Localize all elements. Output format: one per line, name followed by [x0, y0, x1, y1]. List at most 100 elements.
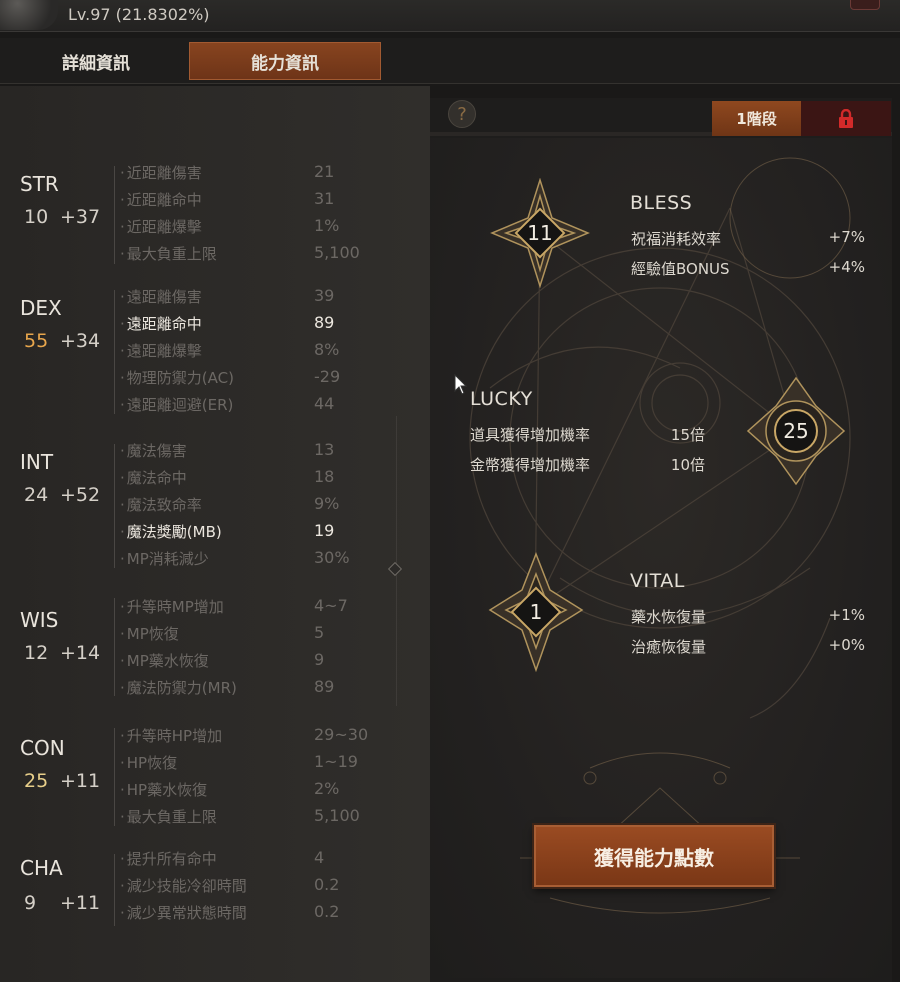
- stat-row: · 提升所有命中 4: [120, 848, 325, 868]
- stat-name: CHA: [20, 856, 63, 880]
- stat-row-value: 19: [314, 521, 335, 540]
- stage-badge[interactable]: 1階段: [712, 101, 801, 136]
- stat-row-label: 升等時MP增加: [126, 598, 224, 616]
- stat-row: · 魔法命中 18: [120, 467, 335, 487]
- stat-row-value: 18: [314, 467, 335, 486]
- stat-row: · HP藥水恢復 2%: [120, 779, 340, 799]
- stat-row-label: 減少技能冷卻時間: [126, 877, 247, 895]
- stat-row: · 遠距離爆擊 8%: [120, 340, 340, 360]
- stat-base-value: 9: [24, 892, 37, 914]
- stat-row: · 魔法防禦力(MR) 89: [120, 677, 335, 697]
- tab-ability-info[interactable]: 能力資訊: [189, 42, 381, 80]
- stat-row: · 近距離命中 31: [120, 189, 335, 209]
- stat-row-label: 遠距離迴避(ER): [126, 396, 234, 414]
- stat-row: · 魔法獎勵(MB) 19: [120, 521, 335, 541]
- stat-row-label: 遠距離傷害: [126, 288, 202, 306]
- window-header: Lv.97 (21.8302%): [0, 0, 900, 32]
- stat-row-label: HP藥水恢復: [126, 781, 208, 799]
- help-icon[interactable]: ?: [448, 100, 476, 128]
- vital-effect-label: 藥水恢復量: [631, 608, 707, 626]
- stat-row-label: 魔法命中: [126, 469, 187, 487]
- mouse-cursor-icon: [454, 374, 468, 395]
- stat-row-value: 39: [314, 286, 335, 305]
- lucky-node-value: 25: [783, 419, 809, 443]
- stat-row-value: 8%: [314, 340, 340, 359]
- bless-effect-label: 祝福消耗效率: [631, 230, 722, 248]
- stat-row-value: -29: [314, 367, 341, 386]
- bless-effect-label: 經驗值BONUS: [631, 260, 730, 278]
- stat-row: · 魔法致命率 9%: [120, 494, 340, 514]
- stat-row: · 最大負重上限 5,100: [120, 806, 360, 826]
- stat-row-value: 0.2: [314, 902, 340, 921]
- close-button[interactable]: [850, 0, 880, 10]
- stat-row-label: MP藥水恢復: [126, 652, 209, 670]
- stat-row-value: 1%: [314, 216, 340, 235]
- class-emblem-icon: [0, 0, 58, 30]
- vital-node[interactable]: 1: [486, 552, 586, 672]
- stat-base-value: 12: [24, 642, 49, 664]
- stat-row-label: 減少異常狀態時間: [126, 904, 247, 922]
- lucky-title: LUCKY: [470, 388, 533, 410]
- tab-bar: 詳細資訊 能力資訊: [0, 38, 900, 84]
- get-ability-points-button[interactable]: 獲得能力點數: [534, 825, 774, 887]
- stat-row: · 近距離爆擊 1%: [120, 216, 340, 236]
- stat-bonus-value: +52: [60, 484, 101, 506]
- stat-row-value: 0.2: [314, 875, 340, 894]
- stat-row-label: 遠距離命中: [126, 315, 202, 333]
- stat-row: · HP恢復 1~19: [120, 752, 358, 772]
- lock-button[interactable]: [801, 101, 891, 136]
- stat-row: · 升等時HP增加 29~30: [120, 725, 369, 745]
- bless-node-value: 11: [527, 221, 553, 245]
- stat-bonus-value: +11: [60, 770, 101, 792]
- blessing-board: 11 25 1 BLESS 祝福消耗效率 +7% 經驗值BONUS +4% LU…: [430, 138, 892, 978]
- vital-effect-value: +0%: [828, 636, 865, 654]
- bless-effect-value: +4%: [828, 258, 865, 276]
- stat-row-label: 魔法傷害: [126, 442, 187, 460]
- lock-icon: [839, 108, 853, 128]
- stat-row-label: 近距離爆擊: [126, 218, 202, 236]
- tab-detail-info[interactable]: 詳細資訊: [0, 42, 192, 80]
- stat-base-value: 10: [24, 206, 49, 228]
- stat-row-value: 5: [314, 623, 325, 642]
- stat-row: · MP恢復 5: [120, 623, 325, 643]
- stat-row: · 減少異常狀態時間 0.2: [120, 902, 340, 922]
- stat-row-value: 5,100: [314, 243, 360, 262]
- bless-node[interactable]: 11: [490, 178, 590, 288]
- stat-bonus-value: +37: [60, 206, 101, 228]
- stat-row-value: 89: [314, 677, 335, 696]
- stat-name: STR: [20, 172, 59, 196]
- scrollbar-track[interactable]: [396, 416, 397, 706]
- stat-row: · 物理防禦力(AC) -29: [120, 367, 341, 387]
- vital-node-value: 1: [529, 600, 543, 624]
- stat-row-label: MP恢復: [126, 625, 179, 643]
- stat-name: DEX: [20, 296, 62, 320]
- stat-row-label: 物理防禦力(AC): [126, 369, 234, 387]
- level-text: Lv.97 (21.8302%): [68, 5, 210, 24]
- stat-row-value: 31: [314, 189, 335, 208]
- stat-row-value: 30%: [314, 548, 350, 567]
- stat-base-value: 24: [24, 484, 49, 506]
- stat-name: WIS: [20, 608, 59, 632]
- stat-row-label: 提升所有命中: [126, 850, 217, 868]
- stat-row-value: 2%: [314, 779, 340, 798]
- stat-row-value: 5,100: [314, 806, 360, 825]
- stat-row: · MP藥水恢復 9: [120, 650, 325, 670]
- stat-row-label: 魔法獎勵(MB): [126, 523, 222, 541]
- lucky-node[interactable]: 25: [746, 376, 846, 486]
- stat-row-label: 近距離命中: [126, 191, 202, 209]
- vital-title: VITAL: [630, 570, 685, 592]
- stat-bonus-value: +11: [60, 892, 101, 914]
- stat-row: · 遠距離傷害 39: [120, 286, 335, 306]
- lucky-effect-value: 15倍: [670, 426, 705, 444]
- stat-row-value: 29~30: [314, 725, 369, 744]
- lucky-effect-label: 金幣獲得增加機率: [470, 456, 591, 474]
- stat-row-label: 最大負重上限: [126, 245, 217, 263]
- stat-row-label: 遠距離爆擊: [126, 342, 202, 360]
- bless-effect-value: +7%: [828, 228, 865, 246]
- stat-row: · 遠距離迴避(ER) 44: [120, 394, 335, 414]
- stat-name: INT: [20, 450, 54, 474]
- stat-row-value: 4~7: [314, 596, 348, 615]
- stat-row-value: 4: [314, 848, 325, 867]
- stat-row-label: 魔法致命率: [126, 496, 202, 514]
- lucky-effect-value: 10倍: [670, 456, 705, 474]
